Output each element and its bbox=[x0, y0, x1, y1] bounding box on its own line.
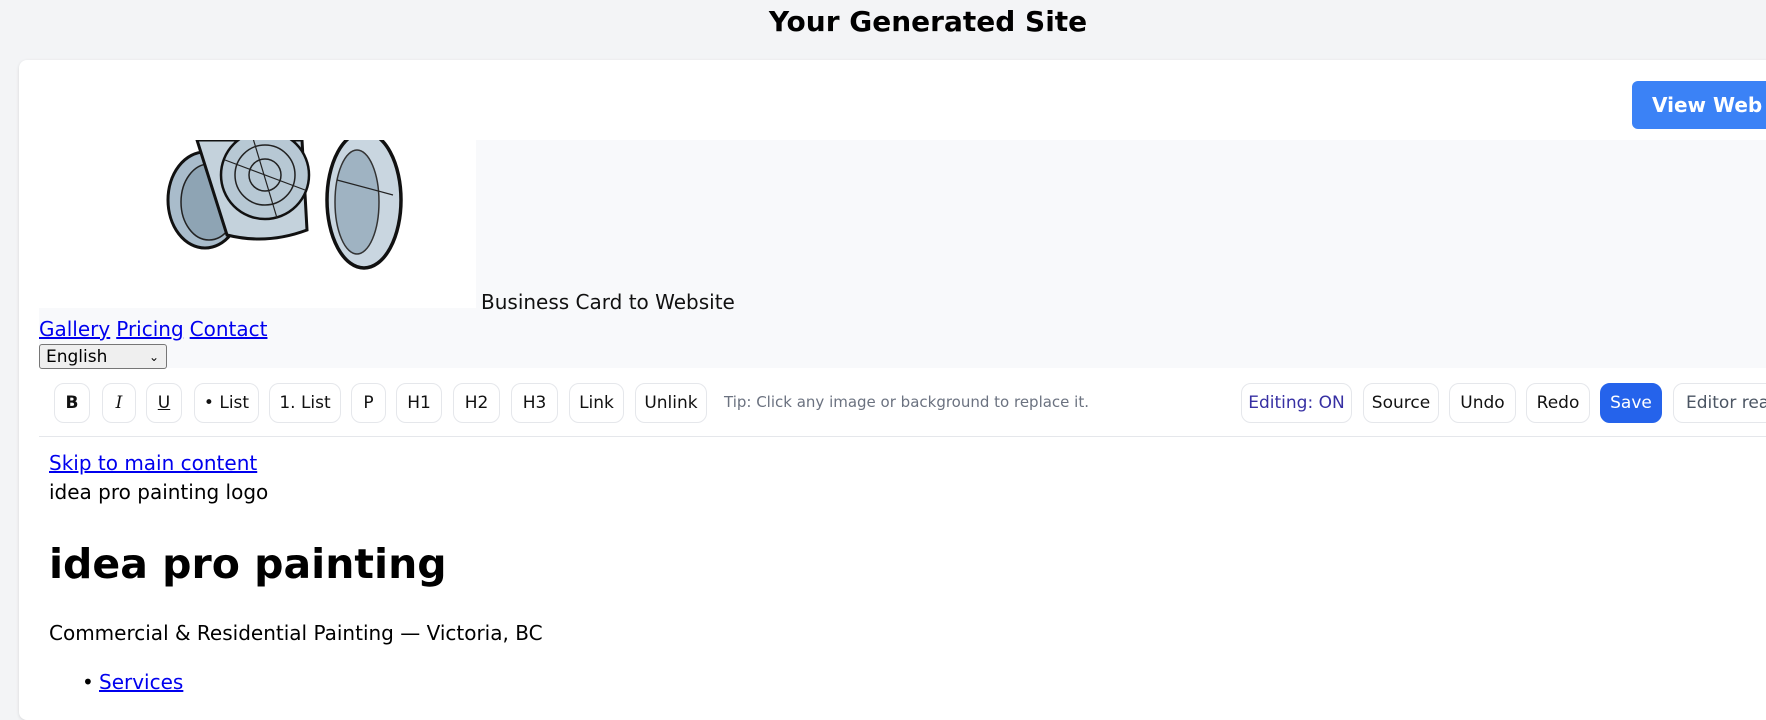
italic-button[interactable]: I bbox=[102, 383, 136, 423]
site-subheading: Commercial & Residential Painting — Vict… bbox=[49, 621, 543, 645]
logo-alt-text: idea pro painting logo bbox=[49, 480, 269, 504]
editing-toggle[interactable]: Editing: ON bbox=[1241, 383, 1352, 423]
view-web-page-button[interactable]: View Web Page bbox=[1632, 81, 1766, 129]
editor-status: Editor ready bbox=[1673, 383, 1766, 423]
redo-button[interactable]: Redo bbox=[1526, 383, 1590, 423]
skip-to-content-link[interactable]: Skip to main content bbox=[49, 451, 257, 475]
paint-roller-logo-icon bbox=[166, 140, 403, 270]
nav-link-gallery[interactable]: Gallery bbox=[39, 317, 110, 341]
unlink-button[interactable]: Unlink bbox=[635, 383, 707, 423]
site-heading: idea pro painting bbox=[49, 540, 447, 588]
save-button[interactable]: Save bbox=[1600, 383, 1662, 423]
nav-link-contact[interactable]: Contact bbox=[190, 317, 268, 341]
heading3-button[interactable]: H3 bbox=[511, 383, 558, 423]
paragraph-button[interactable]: P bbox=[351, 383, 386, 423]
undo-button[interactable]: Undo bbox=[1449, 383, 1516, 423]
bullet-list-button[interactable]: • List bbox=[194, 383, 259, 423]
nav-link-services[interactable]: Services bbox=[99, 670, 183, 694]
source-button[interactable]: Source bbox=[1363, 383, 1439, 423]
nav-link-pricing[interactable]: Pricing bbox=[116, 317, 183, 341]
logo-image[interactable] bbox=[39, 140, 476, 308]
link-button[interactable]: Link bbox=[569, 383, 624, 423]
site-tagline: Business Card to Website bbox=[481, 290, 735, 314]
site-nav: Gallery Pricing Contact bbox=[39, 317, 273, 341]
bullet-icon: • bbox=[82, 670, 94, 694]
heading1-button[interactable]: H1 bbox=[396, 383, 442, 423]
heading2-button[interactable]: H2 bbox=[453, 383, 500, 423]
numbered-list-button[interactable]: 1. List bbox=[269, 383, 341, 423]
underline-button[interactable]: U bbox=[146, 383, 182, 423]
language-select[interactable]: English ⌄ bbox=[39, 344, 167, 369]
language-select-value: English bbox=[46, 347, 108, 367]
editor-tip: Tip: Click any image or background to re… bbox=[724, 393, 1089, 411]
page-title: Your Generated Site bbox=[768, 5, 1088, 38]
bold-button[interactable]: B bbox=[54, 383, 90, 423]
chevron-down-icon: ⌄ bbox=[148, 350, 159, 364]
